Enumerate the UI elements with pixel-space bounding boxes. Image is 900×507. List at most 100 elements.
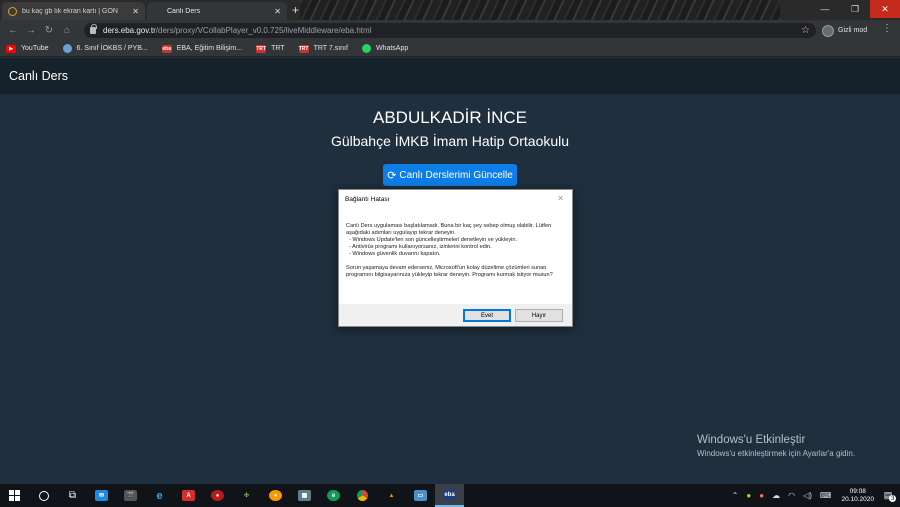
dialog-outro: Sorun yaşamaya devam ederseniz, Microsof… <box>346 265 553 278</box>
lock-icon[interactable] <box>90 24 97 34</box>
dialog-step: - Windows güvenlik duvarını kapatın. <box>349 251 441 257</box>
incognito-indicator[interactable]: Gizli mod <box>822 23 867 38</box>
ie-app[interactable]: e <box>145 484 174 507</box>
dialog-close-icon[interactable]: ✕ <box>557 194 564 203</box>
restore-icon[interactable]: ❐ <box>840 0 870 18</box>
dialog-intro: Canlı Ders uygulaması başlatılamadı. Bun… <box>346 223 552 236</box>
paint-icon: ● <box>269 490 282 501</box>
student-name: ABDULKADİR İNCE <box>373 108 527 127</box>
bookmark-star-icon[interactable]: ☆ <box>801 23 810 38</box>
edge-app[interactable]: e <box>319 484 348 507</box>
school-name: Gülbahçe İMKB İmam Hatip Ortaokulu <box>330 133 570 149</box>
bookmark-trt[interactable]: TRT TRT <box>256 44 285 53</box>
chrome-icon <box>357 490 368 501</box>
bookmark-whatsapp[interactable]: WhatsApp <box>361 44 408 53</box>
search-button[interactable] <box>29 484 58 507</box>
network-app[interactable]: ✣ <box>232 484 261 507</box>
clock[interactable]: 09:08 20.10.2020 <box>841 488 874 504</box>
page-header: Canlı Ders <box>0 58 900 94</box>
reload-icon[interactable]: ↻ <box>40 25 58 36</box>
trt-icon: TRT <box>256 44 267 53</box>
eba-icon: eba <box>443 489 456 500</box>
dialog-title: Bağlantı Hatası <box>345 196 390 203</box>
tab-title: bu kaç gb lık ekran kartı | GON <box>22 7 118 15</box>
movies-app[interactable]: 🎬 <box>116 484 145 507</box>
mail-icon: ✉ <box>95 490 108 501</box>
no-button[interactable]: Hayır <box>515 309 563 322</box>
sync-icon: ⟳ <box>387 169 397 182</box>
browser-toolbar: ← → ↻ ⌂ ders.eba.gov.tr/ders/proxy/VColl… <box>0 20 900 41</box>
activation-title: Windows'u Etkinleştir <box>697 434 806 446</box>
calculator-icon: ▦ <box>298 490 311 501</box>
refresh-lessons-label: Canlı Derslerimi Güncelle <box>399 169 513 181</box>
trt-icon: TRT <box>298 44 309 53</box>
eba-icon: eba <box>161 44 172 53</box>
clock-time: 09:08 <box>849 487 866 495</box>
window-close-icon[interactable]: ✕ <box>870 0 900 18</box>
browser-tabstrip: bu kaç gb lık ekran kartı | GON ✕ Canlı … <box>0 0 900 20</box>
notification-center-button[interactable]: ▤ 3 <box>880 484 900 507</box>
incognito-icon <box>822 24 834 37</box>
new-tab-button[interactable]: + <box>292 3 299 17</box>
tab-active[interactable]: Canlı Ders ✕ <box>147 2 287 20</box>
shield-icon: ● <box>211 490 224 501</box>
antivirus-app[interactable]: ● <box>203 484 232 507</box>
pdf-icon: A <box>182 490 195 501</box>
acrobat-app[interactable]: A <box>174 484 203 507</box>
security-tray-icon[interactable]: ● <box>759 491 764 500</box>
connection-error-dialog: Bağlantı Hatası ✕ Canlı Ders uygulaması … <box>338 189 573 327</box>
task-view-button[interactable]: ⧉ <box>58 484 87 507</box>
explorer-app[interactable]: ▭ <box>406 484 435 507</box>
dialog-step: - Antivirüs programı kullanıyorsanız, iz… <box>349 244 492 250</box>
paint-app[interactable]: ● <box>261 484 290 507</box>
calculator-app[interactable]: ▦ <box>290 484 319 507</box>
internet-explorer-icon: e <box>156 489 163 502</box>
yes-button[interactable]: Evet <box>463 309 511 322</box>
system-tray: ⌃ ● ● ☁ ◠ ◁) ⌨ 09:08 20.10.2020 ▤ 3 <box>728 484 900 507</box>
chevron-up-icon[interactable]: ⌃ <box>732 491 739 500</box>
tab-close-icon[interactable]: ✕ <box>274 7 281 16</box>
home-icon[interactable]: ⌂ <box>58 25 76 36</box>
wifi-icon[interactable]: ◠ <box>788 491 795 500</box>
windows-taskbar: ⧉ ✉ 🎬 e A ● ✣ ● ▦ e ▲ ▭ eba ⌃ ● ● ☁ ◠ ◁)… <box>0 484 900 507</box>
bookmark-iokbs[interactable]: 6. Sınıf İOKBS / PYB... <box>62 44 148 53</box>
bookmark-youtube[interactable]: ▶ YouTube <box>6 44 49 53</box>
browser-menu-icon[interactable]: ⋮ <box>882 24 892 34</box>
whatsapp-icon <box>361 44 371 53</box>
edge-icon: e <box>327 490 340 501</box>
eba-live-app[interactable]: eba <box>435 484 464 507</box>
forward-icon[interactable]: → <box>22 25 40 36</box>
network-icon: ✣ <box>243 493 250 499</box>
clock-date: 20.10.2020 <box>841 495 874 503</box>
vlc-app[interactable]: ▲ <box>377 484 406 507</box>
cloud-icon[interactable]: ☁ <box>772 491 780 500</box>
chrome-app[interactable] <box>348 484 377 507</box>
bookmark-eba[interactable]: eba EBA, Eğitim Bilişim... <box>161 44 242 53</box>
volume-icon[interactable]: ◁) <box>803 491 812 500</box>
activation-subtitle: Windows'u etkinleştirmek için Ayarlar'a … <box>697 449 856 458</box>
bookmark-trt-7[interactable]: TRT TRT 7.sınıf <box>298 44 348 53</box>
keyboard-icon[interactable]: ⌨ <box>820 491 832 500</box>
dialog-message: Canlı Ders uygulaması başlatılamadı. Bun… <box>346 223 568 286</box>
tab-inactive[interactable]: bu kaç gb lık ekran kartı | GON ✕ <box>2 2 145 20</box>
youtube-icon: ▶ <box>6 44 16 53</box>
mail-app[interactable]: ✉ <box>87 484 116 507</box>
notification-count: 3 <box>889 495 897 502</box>
dialog-step: - Windows Update'ten son güncelleştirmel… <box>349 237 518 243</box>
app-tray-icon[interactable]: ● <box>746 491 751 500</box>
windows-icon <box>9 490 20 501</box>
window-icon: ▭ <box>414 490 427 501</box>
address-bar[interactable]: ders.eba.gov.tr/ders/proxy/VCollabPlayer… <box>84 23 816 38</box>
traffic-cone-icon: ▲ <box>388 492 395 499</box>
url-text[interactable]: ders.eba.gov.tr/ders/proxy/VCollabPlayer… <box>103 26 371 35</box>
refresh-lessons-button[interactable]: ⟳ Canlı Derslerimi Güncelle <box>383 164 517 186</box>
favicon-icon <box>8 6 17 16</box>
clapperboard-icon: 🎬 <box>124 490 137 501</box>
bookmarks-bar: ▶ YouTube 6. Sınıf İOKBS / PYB... eba EB… <box>0 41 900 57</box>
window-controls: — ❐ ✕ <box>810 0 900 18</box>
minimize-icon[interactable]: — <box>810 0 840 18</box>
back-icon[interactable]: ← <box>4 25 22 36</box>
incognito-label: Gizli mod <box>838 27 868 34</box>
tab-close-icon[interactable]: ✕ <box>132 7 139 16</box>
start-button[interactable] <box>0 484 29 507</box>
